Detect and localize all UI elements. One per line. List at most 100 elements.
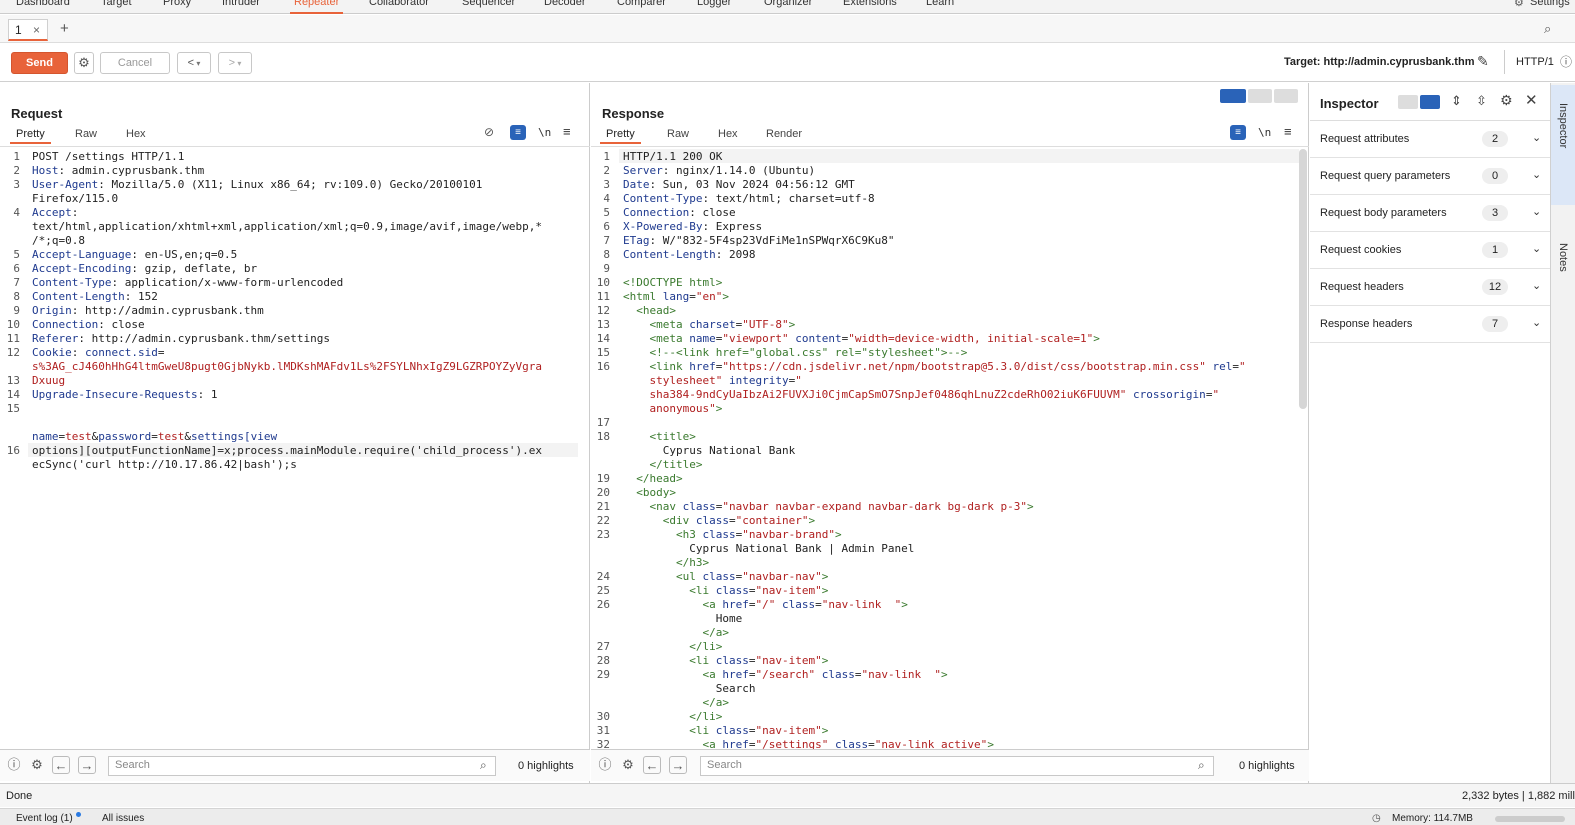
response-size-timing: 2,332 bytes | 1,882 millis — [1462, 790, 1575, 802]
repeater-tab-1[interactable]: 1 × — [8, 19, 48, 41]
nav-tab-logger[interactable]: Logger — [697, 0, 731, 14]
side-tab-inspector[interactable]: Inspector — [1557, 103, 1569, 148]
inspector-row-cookies[interactable]: Request cookies 1 ⌄ — [1310, 232, 1550, 269]
nav-tab-sequencer[interactable]: Sequencer — [462, 0, 515, 14]
inspector-row-query-params[interactable]: Request query parameters 0 ⌄ — [1310, 158, 1550, 195]
wrap-lines-icon[interactable]: ≡ — [510, 125, 526, 140]
layout-tabs-icon[interactable] — [1274, 89, 1298, 103]
chevron-down-icon: ⌄ — [1532, 317, 1542, 329]
search-icon: ⌕ — [480, 758, 487, 772]
settings-gear-icon[interactable]: ⚙ — [1500, 92, 1513, 109]
inspector-row-request-headers[interactable]: Request headers 12 ⌄ — [1310, 269, 1550, 306]
expand-all-icon[interactable]: ⇕ — [1451, 93, 1462, 109]
chevron-down-icon: ⌄ — [1532, 206, 1542, 218]
close-icon[interactable]: × — [33, 23, 40, 37]
side-tab-strip: Inspector Notes — [1550, 83, 1575, 783]
request-tab-hex[interactable]: Hex — [126, 128, 146, 140]
menu-icon[interactable]: ≡ — [1284, 124, 1292, 139]
inspector-row-request-attributes[interactable]: Request attributes 2 ⌄ — [1310, 121, 1550, 158]
nav-tab-dashboard[interactable]: Dashboard — [16, 0, 70, 14]
inspector-title: Inspector — [1320, 96, 1379, 111]
history-forward-button[interactable]: > ▾ — [218, 52, 252, 74]
settings-gear-icon[interactable]: ⚙ — [28, 756, 46, 774]
memory-label: Memory: 114.7MB — [1392, 813, 1473, 824]
main-nav: Dashboard Target Proxy Intruder Repeater… — [0, 0, 1575, 14]
settings-gear-icon[interactable]: ⚙ — [74, 52, 94, 74]
all-issues-link[interactable]: All issues — [102, 813, 144, 824]
search-icon[interactable]: ⌕ — [1544, 21, 1551, 37]
response-tab-pretty[interactable]: Pretty — [600, 128, 641, 144]
nav-tab-extensions[interactable]: Extensions — [843, 0, 897, 14]
burp-window: Dashboard Target Proxy Intruder Repeater… — [0, 0, 1575, 825]
nav-tab-proxy[interactable]: Proxy — [163, 0, 191, 14]
chevron-down-icon: ⌄ — [1532, 243, 1542, 255]
nav-tab-decoder[interactable]: Decoder — [544, 0, 586, 14]
collapse-all-icon[interactable]: ⇳ — [1476, 93, 1487, 109]
response-highlights-count: 0 highlights — [1239, 760, 1295, 772]
count-badge: 0 — [1482, 168, 1508, 184]
inspector-layout-icon[interactable] — [1398, 95, 1418, 109]
help-icon[interactable]: ⓘ — [596, 756, 614, 774]
response-search-input[interactable]: Search — [700, 756, 1214, 776]
request-editor[interactable]: POST /settings HTTP/1.1 Host: admin.cypr… — [32, 150, 542, 472]
inspector-row-body-params[interactable]: Request body parameters 3 ⌄ — [1310, 195, 1550, 232]
request-tab-raw[interactable]: Raw — [75, 128, 97, 140]
response-title: Response — [602, 106, 665, 121]
bottom-bar: Event log (1) All issues ◷ Memory: 114.7… — [0, 808, 1575, 825]
layout-split-icon[interactable] — [1220, 89, 1246, 103]
response-gutter: 1 2 3 4 5 6 7 8 9 10 11 12 13 14 15 16 17 18 19 20 21 22 23 24 2… — [596, 150, 610, 751]
request-tab-pretty[interactable]: Pretty — [10, 128, 51, 144]
nav-tab-organizer[interactable]: Organizer — [764, 0, 812, 14]
count-badge: 2 — [1482, 131, 1508, 147]
memory-bar — [1495, 816, 1565, 822]
gear-icon[interactable]: ⚙ — [1514, 0, 1524, 14]
close-icon[interactable]: ✕ — [1525, 91, 1538, 109]
send-button[interactable]: Send — [11, 52, 68, 74]
help-icon[interactable]: ⓘ — [1560, 53, 1572, 70]
inspector-row-response-headers[interactable]: Response headers 7 ⌄ — [1310, 306, 1550, 343]
cancel-button[interactable]: Cancel — [100, 52, 170, 74]
history-back-button[interactable]: < ▾ — [177, 52, 211, 74]
prev-match-icon[interactable]: ← — [643, 756, 661, 774]
response-tab-raw[interactable]: Raw — [667, 128, 689, 140]
protocol-label[interactable]: HTTP/1 — [1516, 56, 1554, 68]
count-badge: 12 — [1482, 279, 1508, 295]
response-tab-render[interactable]: Render — [766, 128, 802, 140]
side-tab-notes[interactable]: Notes — [1557, 243, 1569, 272]
status-text: Done — [6, 790, 33, 802]
inspector-layout-active-icon[interactable] — [1420, 95, 1440, 109]
hide-eye-icon[interactable]: ⊘ — [484, 125, 494, 139]
count-badge: 3 — [1482, 205, 1508, 221]
nav-tab-collaborator[interactable]: Collaborator — [369, 0, 429, 14]
layout-horizontal-icon[interactable] — [1248, 89, 1272, 103]
wrap-lines-icon[interactable]: ≡ — [1230, 125, 1246, 140]
nav-tab-learn[interactable]: Learn — [926, 0, 954, 14]
settings-gear-icon[interactable]: ⚙ — [619, 756, 637, 774]
request-search-input[interactable]: Search — [108, 756, 496, 776]
response-tab-hex[interactable]: Hex — [718, 128, 738, 140]
next-match-icon[interactable]: → — [78, 756, 96, 774]
prev-match-icon[interactable]: ← — [52, 756, 70, 774]
event-log-link[interactable]: Event log (1) — [16, 813, 73, 824]
nav-tab-comparer[interactable]: Comparer — [617, 0, 666, 14]
request-divider — [0, 146, 590, 147]
response-editor[interactable]: HTTP/1.1 200 OK Server: nginx/1.14.0 (Ub… — [623, 150, 1246, 752]
status-bar: Done 2,332 bytes | 1,882 millis — [0, 783, 1575, 807]
response-scrollbar[interactable] — [1299, 149, 1307, 409]
next-match-icon[interactable]: → — [669, 756, 687, 774]
help-icon[interactable]: ⓘ — [5, 756, 23, 774]
nav-tab-repeater[interactable]: Repeater — [290, 0, 344, 14]
newline-toggle[interactable]: \n — [1258, 126, 1271, 139]
clock-icon: ◷ — [1372, 813, 1381, 824]
newline-toggle[interactable]: \n — [538, 126, 551, 139]
settings-link[interactable]: Settings — [1530, 0, 1570, 14]
nav-tab-target[interactable]: Target — [101, 0, 132, 14]
search-icon: ⌕ — [1198, 758, 1205, 772]
nav-tab-intruder[interactable]: Intruder — [222, 0, 260, 14]
add-tab-icon[interactable]: + — [60, 20, 69, 37]
response-footer: ⓘ ⚙ ← → Search ⌕ 0 highlights — [591, 749, 1309, 781]
edit-pencil-icon[interactable]: ✎ — [1477, 53, 1489, 70]
chevron-down-icon: ⌄ — [1532, 280, 1542, 292]
menu-icon[interactable]: ≡ — [563, 124, 571, 139]
response-divider — [591, 146, 1309, 147]
